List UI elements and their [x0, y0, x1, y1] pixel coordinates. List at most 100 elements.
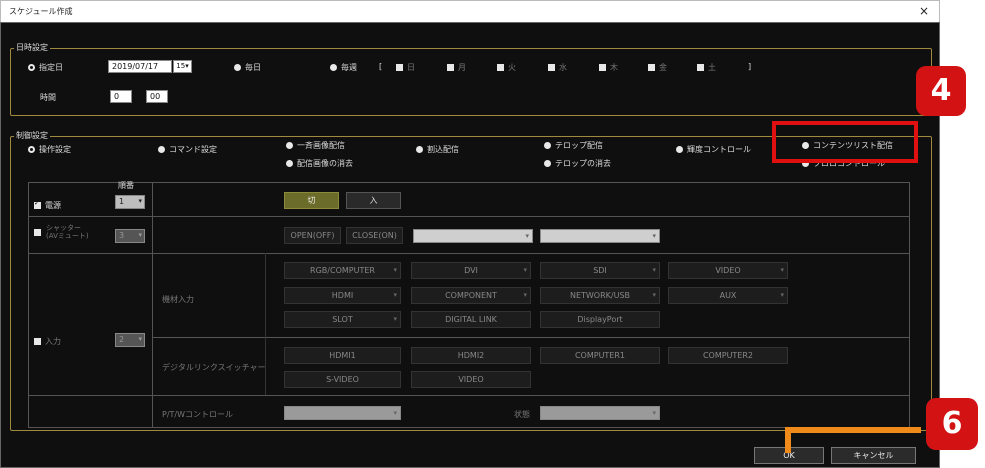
mode-broadcast-image-radio[interactable]: 一斉画像配信 [286, 140, 345, 151]
mode-operation-radio[interactable]: 操作設定 [28, 144, 71, 155]
mode-interrupt-radio[interactable]: 割込配信 [416, 144, 459, 155]
state-label: 状態 [514, 410, 530, 419]
mode-clear-telop-label: テロップの消去 [555, 159, 611, 168]
checkbox-icon [599, 64, 606, 71]
time-label: 時間 [40, 93, 56, 102]
panel-divider [152, 182, 153, 428]
state-dropdown[interactable] [540, 406, 660, 420]
mode-clear-image-radio[interactable]: 配信画像の消去 [286, 158, 353, 169]
shutter-label: シャッター (AVミュート) [46, 224, 89, 240]
device-component-button[interactable]: COMPONENT [411, 287, 531, 304]
device-video-button[interactable]: VIDEO [668, 262, 788, 279]
radio-icon [234, 64, 241, 71]
mode-daily-label: 毎日 [245, 63, 261, 72]
radio-icon [330, 64, 337, 71]
mode-daily-radio[interactable]: 毎日 [234, 62, 261, 73]
day-checkbox-fri[interactable]: 金 [648, 62, 667, 73]
switcher-svideo-button[interactable]: S-VIDEO [284, 371, 401, 388]
order-label: 順番 [118, 181, 134, 190]
power-checkbox[interactable]: 電源 [34, 199, 61, 211]
day-checkbox-sat[interactable]: 土 [697, 62, 716, 73]
operation-panel [28, 182, 910, 428]
step6-badge: 6 [926, 398, 978, 450]
shutter-close-button[interactable]: CLOSE(ON) [346, 227, 403, 244]
power-label: 電源 [45, 201, 61, 210]
day-checkbox-mon[interactable]: 月 [447, 62, 466, 73]
checkbox-icon [34, 338, 41, 345]
device-dvi-button[interactable]: DVI [411, 262, 531, 279]
switcher-video-button[interactable]: VIDEO [411, 371, 531, 388]
mode-clear-telop-radio[interactable]: テロップの消去 [544, 158, 611, 169]
radio-icon [286, 142, 293, 149]
power-order-select[interactable]: 1 [115, 195, 145, 209]
device-sdi-button[interactable]: SDI [540, 262, 660, 279]
switcher-computer1-button[interactable]: COMPUTER1 [540, 347, 660, 364]
device-digital-link-button[interactable]: DIGITAL LINK [411, 311, 531, 328]
input-checkbox[interactable]: 入力 [34, 336, 61, 347]
day-checkbox-tue[interactable]: 火 [497, 62, 516, 73]
row-divider [28, 395, 910, 396]
radio-icon [544, 142, 551, 149]
shutter-label-line2: (AVミュート) [46, 232, 89, 240]
shutter-dropdown-1[interactable] [413, 229, 533, 243]
device-network-usb-button[interactable]: NETWORK/USB [540, 287, 660, 304]
minute-field[interactable]: 00 [146, 90, 168, 103]
day-label: 土 [708, 63, 716, 72]
control-group-label: 制御設定 [14, 130, 50, 141]
day-checkbox-sun[interactable]: 日 [396, 62, 415, 73]
checkbox-icon [548, 64, 555, 71]
cancel-button[interactable]: キャンセル [831, 447, 916, 464]
device-rgb-computer-button[interactable]: RGB/COMPUTER [284, 262, 401, 279]
day-label: 日 [407, 63, 415, 72]
shutter-checkbox[interactable] [34, 228, 45, 237]
device-aux-button[interactable]: AUX [668, 287, 788, 304]
step6-marker-horizontal [785, 427, 921, 433]
mode-weekly-radio[interactable]: 毎週 [330, 62, 357, 73]
day-checkbox-wed[interactable]: 水 [548, 62, 567, 73]
date-field[interactable]: 2019/07/17 [108, 60, 172, 73]
power-off-button[interactable]: 切 [284, 192, 339, 209]
device-slot-button[interactable]: SLOT [284, 311, 401, 328]
day-checkbox-thu[interactable]: 木 [599, 62, 618, 73]
device-displayport-button[interactable]: DisplayPort [540, 311, 660, 328]
mode-command-label: コマンド設定 [169, 145, 217, 154]
calendar-dropdown-button[interactable]: 15▾ [173, 60, 192, 73]
step4-badge: 4 [916, 66, 966, 116]
title-bar: スケジュール作成 × [0, 0, 940, 22]
checkbox-icon [34, 199, 41, 209]
step4-highlight-box [772, 121, 918, 163]
day-label: 月 [458, 63, 466, 72]
close-icon[interactable]: × [919, 4, 929, 18]
mode-brightness-radio[interactable]: 輝度コントロール [676, 144, 751, 155]
radio-icon [416, 146, 423, 153]
mode-specified-label: 指定日 [39, 63, 63, 72]
mode-command-radio[interactable]: コマンド設定 [158, 144, 217, 155]
checkbox-icon [396, 64, 403, 71]
radio-icon [158, 146, 165, 153]
row-divider [28, 216, 910, 217]
switcher-hdmi2-button[interactable]: HDMI2 [411, 347, 531, 364]
mode-specified-radio[interactable]: 指定日 [28, 62, 63, 73]
radio-icon [286, 160, 293, 167]
input-subdivider [265, 253, 266, 395]
switcher-hdmi1-button[interactable]: HDMI1 [284, 347, 401, 364]
radio-icon [676, 146, 683, 153]
checkbox-icon [648, 64, 655, 71]
shutter-dropdown-2[interactable] [540, 229, 660, 243]
bracket-open: [ [379, 62, 383, 71]
switcher-computer2-button[interactable]: COMPUTER2 [668, 347, 788, 364]
hour-field[interactable]: 0 [110, 90, 132, 103]
ptw-control-dropdown[interactable] [284, 406, 401, 420]
device-input-label: 機材入力 [162, 295, 194, 304]
checkbox-icon [697, 64, 704, 71]
mode-telop-radio[interactable]: テロップ配信 [544, 140, 603, 151]
shutter-order-select[interactable]: 3 [115, 229, 145, 243]
radio-icon [28, 64, 35, 71]
power-on-button[interactable]: 入 [346, 192, 401, 209]
checkbox-icon [34, 229, 41, 236]
input-order-select[interactable]: 2 [115, 333, 145, 347]
mode-operation-label: 操作設定 [39, 145, 71, 154]
day-label: 金 [659, 63, 667, 72]
shutter-open-button[interactable]: OPEN(OFF) [284, 227, 341, 244]
device-hdmi-button[interactable]: HDMI [284, 287, 401, 304]
